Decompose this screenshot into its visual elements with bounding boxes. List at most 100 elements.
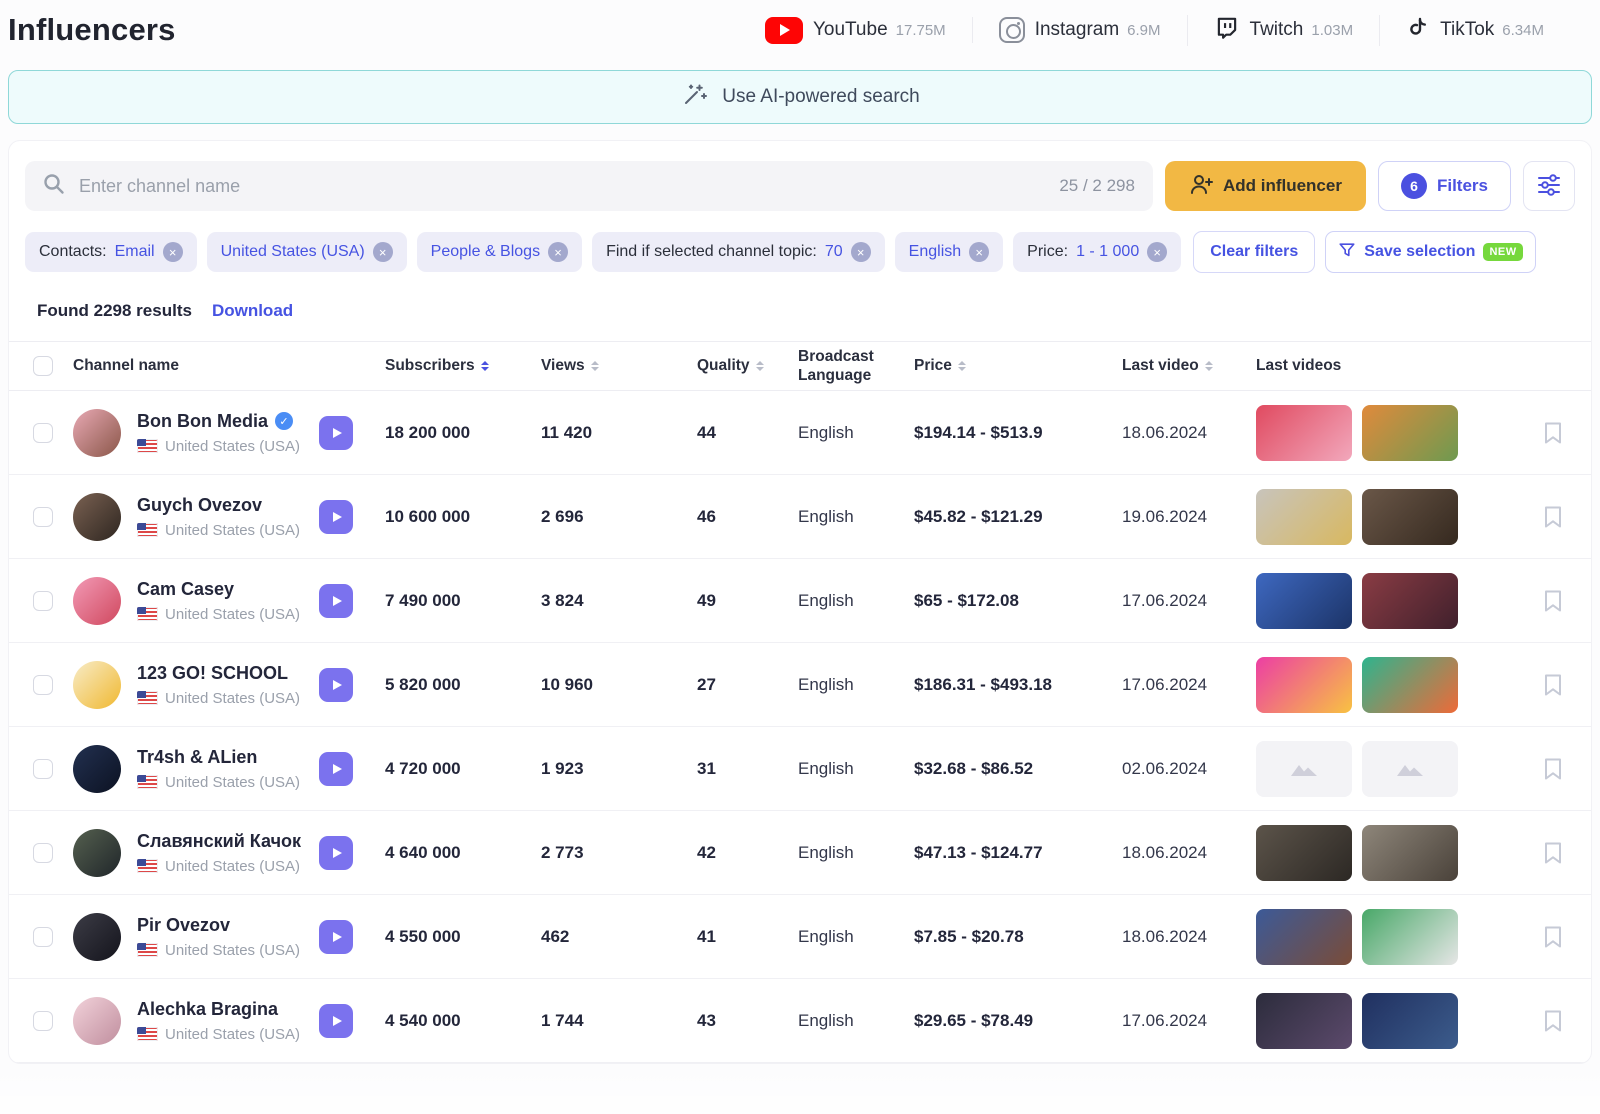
clear-filters-button[interactable]: Clear filters <box>1193 231 1315 273</box>
filter-chip-category[interactable]: People & Blogs × <box>417 232 582 272</box>
remove-filter-icon[interactable]: × <box>548 242 568 262</box>
channel-avatar[interactable] <box>73 829 121 877</box>
row-checkbox[interactable] <box>33 759 53 779</box>
column-header-price[interactable]: Price <box>914 356 1122 375</box>
platform-tab-instagram[interactable]: Instagram 6.9M <box>972 17 1187 43</box>
filter-chip-language[interactable]: English × <box>895 232 1003 272</box>
channel-name[interactable]: Cam Casey <box>137 579 234 600</box>
platform-tab-tiktok[interactable]: TikTok 6.34M <box>1379 15 1570 46</box>
bookmark-icon[interactable] <box>1543 421 1563 445</box>
channel-name[interactable]: Bon Bon Media <box>137 411 268 432</box>
search-box[interactable]: 25 / 2 298 <box>25 161 1153 211</box>
row-checkbox[interactable] <box>33 591 53 611</box>
video-thumbnail[interactable] <box>1362 993 1458 1049</box>
video-thumbnail[interactable] <box>1256 657 1352 713</box>
video-thumbnail[interactable] <box>1256 993 1352 1049</box>
bookmark-icon[interactable] <box>1543 589 1563 613</box>
remove-filter-icon[interactable]: × <box>373 242 393 262</box>
filters-button[interactable]: 6 Filters <box>1378 161 1511 211</box>
channel-avatar[interactable] <box>73 745 121 793</box>
channel-name[interactable]: Tr4sh & ALien <box>137 747 257 768</box>
filter-chip-value: 70 <box>825 243 843 261</box>
channel-avatar[interactable] <box>73 493 121 541</box>
sort-icon[interactable] <box>591 361 599 371</box>
youtube-channel-link[interactable] <box>319 584 353 618</box>
channel-country: United States (USA) <box>165 942 300 959</box>
channel-avatar[interactable] <box>73 661 121 709</box>
filter-chip-contacts[interactable]: Contacts: Email × <box>25 232 197 272</box>
select-all-checkbox[interactable] <box>33 356 53 376</box>
bookmark-icon[interactable] <box>1543 925 1563 949</box>
row-checkbox[interactable] <box>33 423 53 443</box>
youtube-channel-link[interactable] <box>319 500 353 534</box>
video-thumbnail[interactable] <box>1256 909 1352 965</box>
sort-icon[interactable] <box>481 361 489 371</box>
sort-icon[interactable] <box>756 361 764 371</box>
youtube-channel-link[interactable] <box>319 836 353 870</box>
column-header-label: Channel name <box>73 356 179 375</box>
remove-filter-icon[interactable]: × <box>1147 242 1167 262</box>
video-thumbnail[interactable] <box>1362 909 1458 965</box>
bookmark-icon[interactable] <box>1543 841 1563 865</box>
bookmark-icon[interactable] <box>1543 673 1563 697</box>
last-video-date: 02.06.2024 <box>1122 759 1256 779</box>
video-thumbnail[interactable] <box>1256 741 1352 797</box>
row-checkbox[interactable] <box>33 1011 53 1031</box>
column-header-views[interactable]: Views <box>541 356 697 375</box>
twitch-icon <box>1214 15 1240 46</box>
youtube-channel-link[interactable] <box>319 752 353 786</box>
video-thumbnail[interactable] <box>1362 573 1458 629</box>
column-header-last-video[interactable]: Last video <box>1122 356 1256 375</box>
video-thumbnail[interactable] <box>1256 825 1352 881</box>
bookmark-icon[interactable] <box>1543 757 1563 781</box>
column-header-subscribers[interactable]: Subscribers <box>385 356 541 375</box>
sort-icon[interactable] <box>958 361 966 371</box>
platform-tab-youtube[interactable]: YouTube 17.75M <box>739 17 972 44</box>
ai-search-banner[interactable]: Use AI-powered search <box>8 70 1592 124</box>
video-thumbnail[interactable] <box>1362 825 1458 881</box>
video-thumbnail[interactable] <box>1362 405 1458 461</box>
video-thumbnail[interactable] <box>1362 741 1458 797</box>
download-link[interactable]: Download <box>212 301 293 321</box>
video-thumbnail[interactable] <box>1362 489 1458 545</box>
filter-chip-price[interactable]: Price: 1 - 1 000 × <box>1013 232 1181 272</box>
remove-filter-icon[interactable]: × <box>163 242 183 262</box>
remove-filter-icon[interactable]: × <box>969 242 989 262</box>
channel-avatar[interactable] <box>73 577 121 625</box>
channel-name[interactable]: 123 GO! SCHOOL <box>137 663 288 684</box>
row-checkbox[interactable] <box>33 507 53 527</box>
filter-settings-button[interactable] <box>1523 161 1575 211</box>
search-input[interactable] <box>79 176 1045 197</box>
add-influencer-button[interactable]: Add influencer <box>1165 161 1366 211</box>
filter-chip-country[interactable]: United States (USA) × <box>207 232 407 272</box>
filter-chip-value: United States (USA) <box>221 243 365 261</box>
bookmark-icon[interactable] <box>1543 505 1563 529</box>
channel-name[interactable]: Guych Ovezov <box>137 495 262 516</box>
table-body: Bon Bon Media ✓ United States (USA) 18 2… <box>9 391 1591 1063</box>
video-thumbnail[interactable] <box>1256 405 1352 461</box>
filter-chip-topic[interactable]: Find if selected channel topic: 70 × <box>592 232 885 272</box>
channel-name[interactable]: Славянский Качок <box>137 831 301 852</box>
youtube-channel-link[interactable] <box>319 1004 353 1038</box>
sort-icon[interactable] <box>1205 361 1213 371</box>
video-thumbnail[interactable] <box>1362 657 1458 713</box>
channel-name[interactable]: Pir Ovezov <box>137 915 230 936</box>
row-checkbox[interactable] <box>33 927 53 947</box>
video-thumbnail[interactable] <box>1256 573 1352 629</box>
row-checkbox[interactable] <box>33 843 53 863</box>
column-header-broadcast-language: Broadcast Language <box>798 347 914 386</box>
channel-avatar[interactable] <box>73 409 121 457</box>
channel-avatar[interactable] <box>73 997 121 1045</box>
channel-avatar[interactable] <box>73 913 121 961</box>
channel-name[interactable]: Alechka Bragina <box>137 999 278 1020</box>
save-selection-button[interactable]: Save selection NEW <box>1325 231 1535 273</box>
platform-tab-twitch[interactable]: Twitch 1.03M <box>1187 15 1380 46</box>
video-thumbnail[interactable] <box>1256 489 1352 545</box>
row-checkbox[interactable] <box>33 675 53 695</box>
youtube-channel-link[interactable] <box>319 668 353 702</box>
youtube-channel-link[interactable] <box>319 416 353 450</box>
column-header-quality[interactable]: Quality <box>697 356 798 375</box>
bookmark-icon[interactable] <box>1543 1009 1563 1033</box>
remove-filter-icon[interactable]: × <box>851 242 871 262</box>
youtube-channel-link[interactable] <box>319 920 353 954</box>
